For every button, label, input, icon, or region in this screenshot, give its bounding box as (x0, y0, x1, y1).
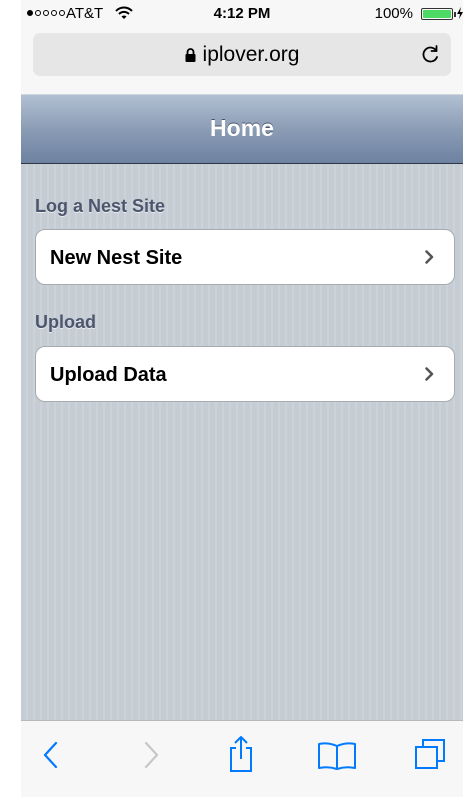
address-bar[interactable]: iplover.org (33, 33, 451, 76)
bookmarks-icon[interactable] (317, 741, 357, 771)
battery-fill (423, 10, 451, 18)
chevron-right-icon (425, 250, 434, 264)
browser-toolbar (21, 720, 463, 797)
new-nest-site-button[interactable]: New Nest Site (35, 229, 455, 285)
content-area: Log a Nest Site New Nest Site Upload Upl… (21, 164, 463, 720)
url-display[interactable]: iplover.org (33, 33, 451, 76)
back-icon[interactable] (41, 739, 61, 771)
section-header-log-nest-site: Log a Nest Site (35, 196, 166, 216)
forward-icon[interactable] (141, 739, 161, 771)
phone-screen: AT&T 4:12 PM 100% iplover.org Home Log a… (21, 0, 463, 797)
url-text: iplover.org (202, 42, 300, 66)
navigation-header: Home (21, 94, 463, 164)
list-item-label: Upload Data (50, 364, 167, 386)
chevron-right-icon (425, 367, 434, 381)
page-title: Home (210, 115, 274, 141)
tabs-icon[interactable] (413, 737, 447, 771)
section-header-upload: Upload (35, 312, 96, 332)
reload-icon[interactable] (421, 44, 441, 64)
charging-bolt-icon (457, 7, 463, 19)
lock-icon (185, 47, 196, 62)
status-bar: AT&T 4:12 PM 100% (21, 0, 463, 27)
share-icon[interactable] (227, 735, 255, 773)
battery-nub (454, 12, 456, 17)
upload-data-button[interactable]: Upload Data (35, 346, 455, 402)
list-item-label: New Nest Site (50, 247, 183, 269)
battery-icon (421, 8, 453, 20)
battery-percentage: 100% (374, 5, 413, 22)
